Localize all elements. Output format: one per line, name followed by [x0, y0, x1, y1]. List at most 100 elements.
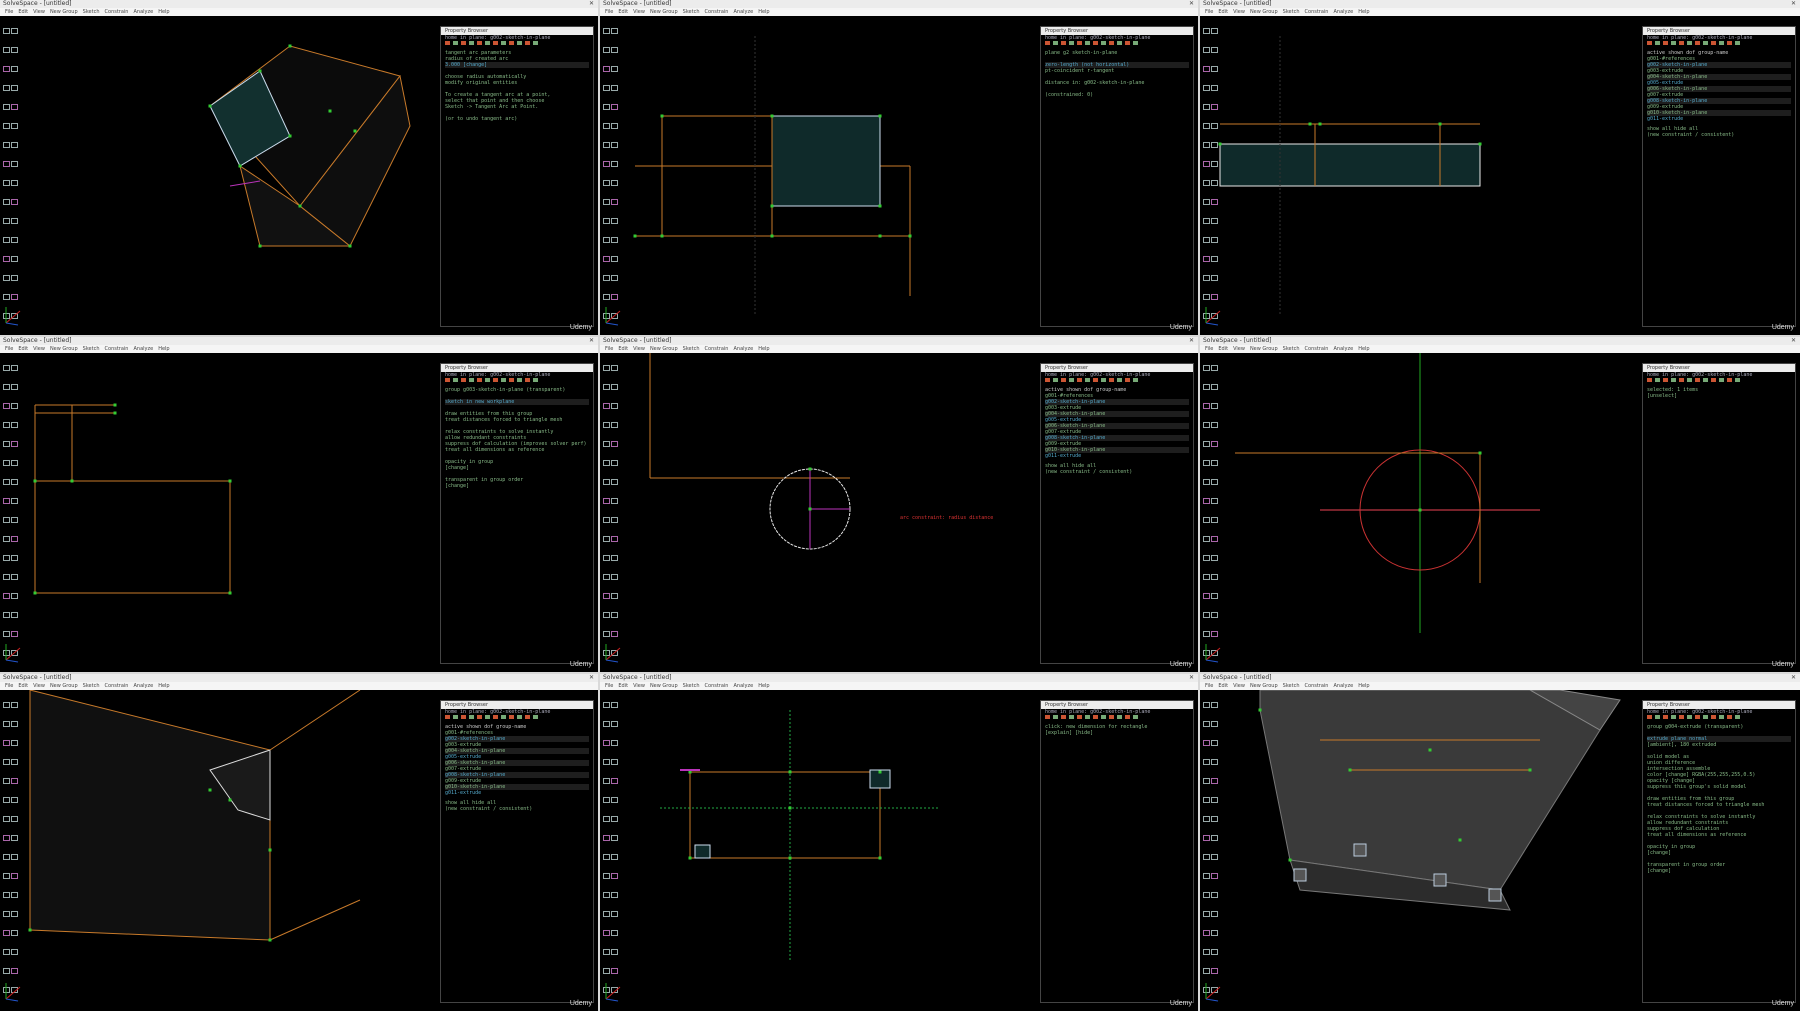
show-solid-icon[interactable] — [1727, 715, 1732, 719]
graphics-viewport[interactable]: Property Browser home in plane: g002-sket… — [1200, 690, 1800, 1011]
menu-item-new-group[interactable]: New Group — [50, 683, 78, 689]
menu-item-view[interactable]: View — [33, 9, 45, 15]
sketch-point[interactable] — [238, 164, 242, 168]
sketch-point[interactable] — [268, 938, 272, 942]
sketch-point[interactable] — [878, 204, 882, 208]
sketch-point[interactable] — [70, 479, 74, 483]
show-faces-icon[interactable] — [1085, 41, 1090, 45]
menu-item-file[interactable]: File — [5, 683, 13, 689]
sketch-point[interactable] — [1348, 768, 1352, 772]
solid-face[interactable] — [689, 771, 881, 859]
sketch-point[interactable] — [328, 109, 332, 113]
show-faces-icon[interactable] — [485, 41, 490, 45]
sketch-point[interactable] — [788, 806, 792, 810]
show-constraints-icon[interactable] — [1077, 715, 1082, 719]
graphics-viewport[interactable]: Property Browser home in plane: g002-sket… — [0, 690, 598, 1011]
sketch-point[interactable] — [908, 234, 912, 238]
sketch-point[interactable] — [1418, 508, 1422, 512]
sketch-point[interactable] — [258, 244, 262, 248]
menu-item-sketch[interactable]: Sketch — [683, 346, 700, 352]
menu-item-file[interactable]: File — [5, 346, 13, 352]
graphics-viewport[interactable]: Property Browser home in plane: g002-sket… — [1200, 16, 1800, 335]
menu-item-file[interactable]: File — [1205, 346, 1213, 352]
show-constraints-icon[interactable] — [1679, 715, 1684, 719]
show-points-icon[interactable] — [461, 41, 466, 45]
show-normals-icon[interactable] — [1053, 41, 1058, 45]
sketch-point[interactable] — [878, 770, 882, 774]
menu-item-constrain[interactable]: Constrain — [1305, 9, 1329, 15]
show-mesh-icon[interactable] — [509, 715, 514, 719]
show-hidden-icon[interactable] — [517, 715, 522, 719]
show-workplane-icon[interactable] — [445, 715, 450, 719]
sketch-line[interactable] — [1205, 998, 1219, 1002]
menu-item-constrain[interactable]: Constrain — [705, 9, 729, 15]
show-normals-icon[interactable] — [1655, 715, 1660, 719]
property-line[interactable]: [explain] [hide] — [1045, 730, 1189, 736]
sketch-line[interactable] — [5, 659, 19, 663]
menu-item-analyze[interactable]: Analyze — [733, 346, 753, 352]
menu-item-edit[interactable]: Edit — [18, 683, 28, 689]
sketch-line[interactable] — [605, 310, 621, 324]
show-faces-icon[interactable] — [1687, 378, 1692, 382]
sketch-point[interactable] — [28, 928, 32, 932]
menu-item-analyze[interactable]: Analyze — [733, 683, 753, 689]
menu-item-edit[interactable]: Edit — [1218, 683, 1228, 689]
show-solid-icon[interactable] — [1125, 715, 1130, 719]
menu-item-sketch[interactable]: Sketch — [1283, 683, 1300, 689]
menu-item-view[interactable]: View — [633, 683, 645, 689]
show-shaded-icon[interactable] — [1133, 715, 1138, 719]
show-construction-icon[interactable] — [1671, 41, 1676, 45]
show-workplane-icon[interactable] — [445, 41, 450, 45]
sketch-point[interactable] — [788, 770, 792, 774]
window-close-icon[interactable]: ✕ — [1791, 0, 1796, 8]
group-list-item[interactable]: g011-extrude — [1045, 453, 1189, 459]
show-hidden-icon[interactable] — [1719, 715, 1724, 719]
sketch-point[interactable] — [1458, 838, 1462, 842]
show-edges-icon[interactable] — [493, 378, 498, 382]
menu-item-edit[interactable]: Edit — [618, 346, 628, 352]
show-points-icon[interactable] — [1061, 378, 1066, 382]
menu-item-sketch[interactable]: Sketch — [83, 9, 100, 15]
show-solid-icon[interactable] — [525, 378, 530, 382]
menu-item-file[interactable]: File — [605, 9, 613, 15]
sketch-line[interactable] — [5, 322, 19, 326]
menu-item-sketch[interactable]: Sketch — [1283, 346, 1300, 352]
sketch-point[interactable] — [808, 507, 812, 511]
group-list-item[interactable]: g011-extrude — [445, 790, 589, 796]
show-workplane-icon[interactable] — [1045, 41, 1050, 45]
show-hidden-icon[interactable] — [1117, 41, 1122, 45]
sketch-point[interactable] — [1528, 768, 1532, 772]
show-hidden-icon[interactable] — [1117, 378, 1122, 382]
show-outlines-icon[interactable] — [1703, 378, 1708, 382]
menu-item-new-group[interactable]: New Group — [650, 9, 678, 15]
show-normals-icon[interactable] — [1053, 378, 1058, 382]
show-outlines-icon[interactable] — [1703, 715, 1708, 719]
window-close-icon[interactable]: ✕ — [1189, 337, 1194, 345]
show-workplane-icon[interactable] — [1045, 378, 1050, 382]
show-mesh-icon[interactable] — [1711, 715, 1716, 719]
menu-item-analyze[interactable]: Analyze — [733, 9, 753, 15]
window-close-icon[interactable]: ✕ — [589, 337, 594, 345]
menu-item-help[interactable]: Help — [758, 9, 769, 15]
show-constraints-icon[interactable] — [477, 41, 482, 45]
menu-item-view[interactable]: View — [633, 9, 645, 15]
show-solid-icon[interactable] — [1727, 378, 1732, 382]
menu-item-analyze[interactable]: Analyze — [133, 9, 153, 15]
show-solid-icon[interactable] — [525, 41, 530, 45]
show-construction-icon[interactable] — [469, 378, 474, 382]
sketch-point[interactable] — [1218, 142, 1222, 146]
show-points-icon[interactable] — [461, 378, 466, 382]
graphics-viewport[interactable]: Property Browser home in plane: g002-sket… — [0, 353, 598, 672]
sketch-point[interactable] — [878, 114, 882, 118]
property-line[interactable]: [unselect] — [1647, 393, 1791, 399]
menu-item-constrain[interactable]: Constrain — [105, 346, 129, 352]
show-shaded-icon[interactable] — [533, 41, 538, 45]
sketch-line[interactable] — [5, 986, 21, 1000]
show-outlines-icon[interactable] — [1101, 41, 1106, 45]
show-workplane-icon[interactable] — [1045, 715, 1050, 719]
solid-face[interactable] — [29, 690, 271, 941]
sketch-line[interactable] — [605, 659, 619, 663]
sketch-point[interactable] — [1308, 122, 1312, 126]
sketch-line[interactable] — [605, 647, 621, 661]
menu-item-edit[interactable]: Edit — [618, 9, 628, 15]
